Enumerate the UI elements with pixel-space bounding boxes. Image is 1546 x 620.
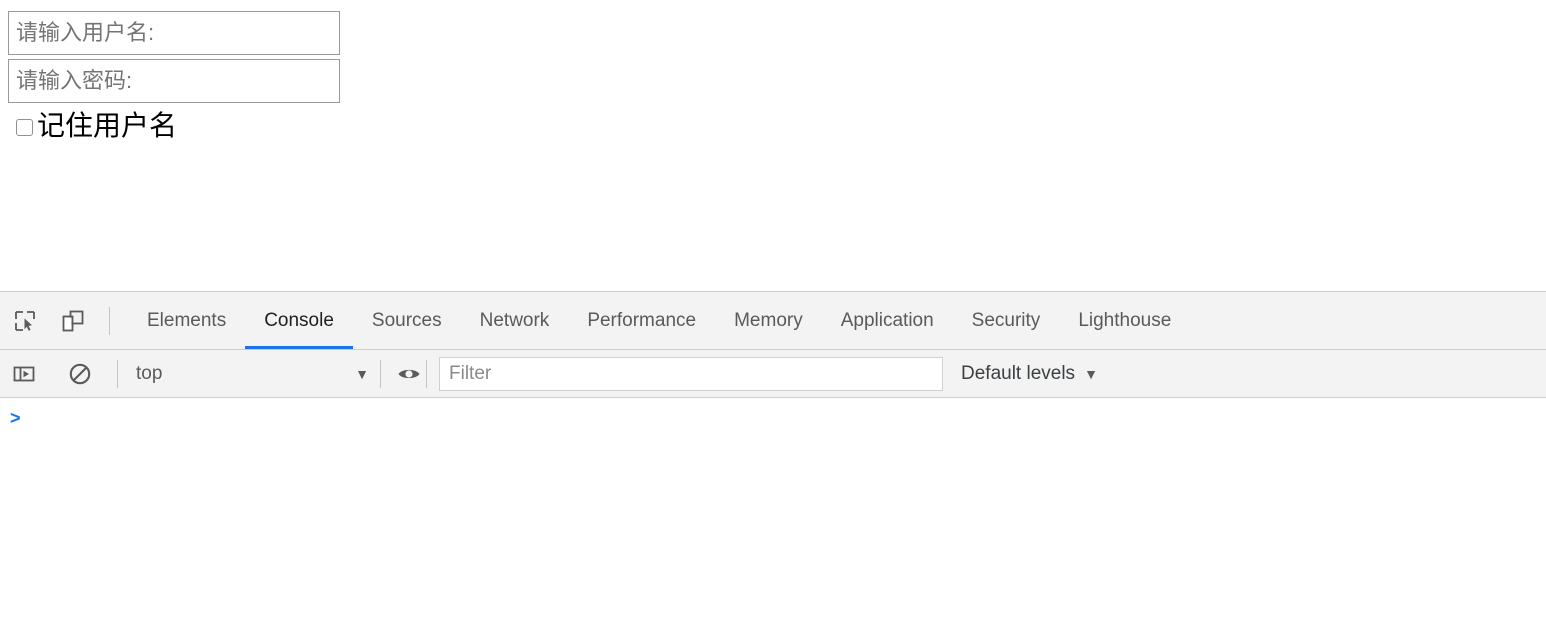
console-toolbar: top ▼ Default levels ▼ (0, 350, 1546, 398)
devtools-tabbar: Elements Console Sources Network Perform… (0, 292, 1546, 350)
inspect-element-icon[interactable] (8, 304, 42, 338)
tab-label: Security (972, 310, 1041, 332)
tab-label: Memory (734, 310, 803, 332)
tab-sources[interactable]: Sources (353, 292, 461, 349)
console-message-area[interactable]: > (0, 398, 1546, 619)
tab-network[interactable]: Network (461, 292, 569, 349)
tab-lighthouse[interactable]: Lighthouse (1059, 292, 1190, 349)
clear-console-icon[interactable] (63, 357, 97, 391)
tab-label: Elements (147, 310, 226, 332)
chevron-down-icon: ▼ (1084, 367, 1098, 381)
tab-label: Performance (587, 310, 696, 332)
tab-label: Sources (372, 310, 442, 332)
password-input[interactable] (8, 59, 340, 103)
username-input[interactable] (8, 11, 340, 55)
tab-label: Lighthouse (1078, 310, 1171, 332)
console-filter-input[interactable] (439, 357, 943, 391)
tab-label: Network (480, 310, 550, 332)
devtools-panel: Elements Console Sources Network Perform… (0, 291, 1546, 620)
eye-icon[interactable] (392, 357, 426, 391)
devtools-tab-list: Elements Console Sources Network Perform… (128, 292, 1190, 349)
device-toolbar-icon[interactable] (56, 304, 90, 338)
tab-memory[interactable]: Memory (715, 292, 822, 349)
log-levels-selector[interactable]: Default levels ▼ (961, 357, 1098, 391)
tab-label: Application (841, 310, 934, 332)
remember-username-label: 记住用户名 (37, 110, 177, 142)
tab-application[interactable]: Application (822, 292, 953, 349)
console-prompt-input[interactable] (29, 408, 1546, 428)
chevron-down-icon: ▼ (355, 367, 369, 381)
toolbar-divider (380, 360, 381, 388)
log-levels-label: Default levels (961, 363, 1075, 385)
execution-context-selector[interactable]: top ▼ (118, 357, 380, 391)
remember-username-checkbox[interactable] (16, 119, 33, 136)
execution-context-value: top (136, 363, 162, 385)
tab-label: Console (264, 310, 334, 332)
console-sidebar-icon[interactable] (7, 357, 41, 391)
web-page-viewport: 记住用户名 (0, 0, 1546, 291)
tab-security[interactable]: Security (953, 292, 1060, 349)
console-prompt-row[interactable]: > (10, 408, 1546, 428)
tab-performance[interactable]: Performance (568, 292, 715, 349)
prompt-chevron-icon: > (10, 408, 21, 428)
tab-console[interactable]: Console (245, 292, 353, 349)
toolbar-divider (109, 307, 110, 335)
toolbar-divider (426, 360, 427, 388)
remember-username-row[interactable]: 记住用户名 (16, 107, 177, 145)
tab-elements[interactable]: Elements (128, 292, 245, 349)
browser-window: 记住用户名 Elements (0, 0, 1546, 620)
